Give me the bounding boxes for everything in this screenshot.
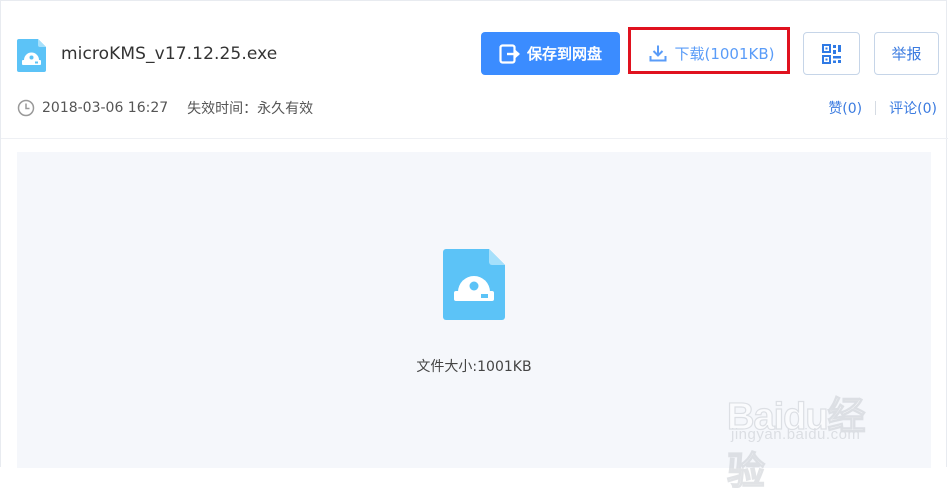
- upload-date: 2018-03-06 16:27: [42, 100, 169, 116]
- qr-code-button[interactable]: [803, 32, 860, 75]
- save-to-disk-icon: [499, 43, 520, 64]
- download-label: 下载(1001KB): [674, 44, 775, 63]
- save-to-disk-button[interactable]: 保存到网盘: [481, 32, 620, 75]
- file-name: microKMS_v17.12.25.exe: [61, 44, 278, 64]
- file-preview-area: 文件大小:1001KB: [17, 152, 931, 468]
- like-link[interactable]: 赞(0): [828, 98, 862, 118]
- file-share-card: microKMS_v17.12.25.exe 保存到网盘 下载(1001KB): [0, 0, 948, 494]
- save-to-disk-label: 保存到网盘: [526, 45, 602, 63]
- expire-time: 失效时间：永久有效: [187, 101, 314, 117]
- qr-code-icon: [821, 43, 841, 64]
- social-links: 赞(0) 评论(0): [828, 98, 937, 118]
- report-button[interactable]: 举报: [874, 32, 939, 75]
- file-icon: [17, 39, 46, 72]
- file-meta: 2018-03-06 16:27 失效时间：永久有效: [17, 98, 313, 118]
- link-divider: [875, 101, 877, 115]
- file-preview-icon: [443, 249, 505, 320]
- download-button[interactable]: 下载(1001KB): [637, 33, 787, 73]
- clock-icon: [17, 99, 35, 117]
- download-icon: [649, 45, 667, 62]
- file-size-text: 文件大小:1001KB: [416, 359, 532, 375]
- header-divider: [1, 138, 948, 139]
- comment-link[interactable]: 评论(0): [889, 98, 937, 118]
